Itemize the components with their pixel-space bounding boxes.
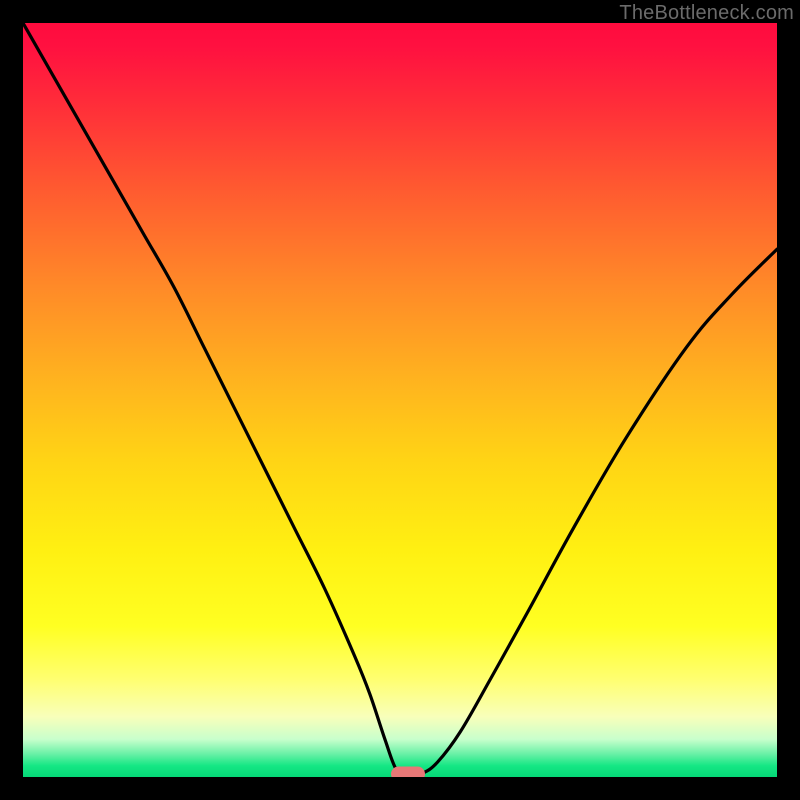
watermark-text: TheBottleneck.com xyxy=(619,2,794,25)
plot-area xyxy=(23,23,777,777)
optimal-marker xyxy=(391,767,425,778)
curve-layer xyxy=(23,23,777,777)
chart-frame: TheBottleneck.com xyxy=(0,0,800,800)
bottleneck-curve xyxy=(23,23,777,777)
